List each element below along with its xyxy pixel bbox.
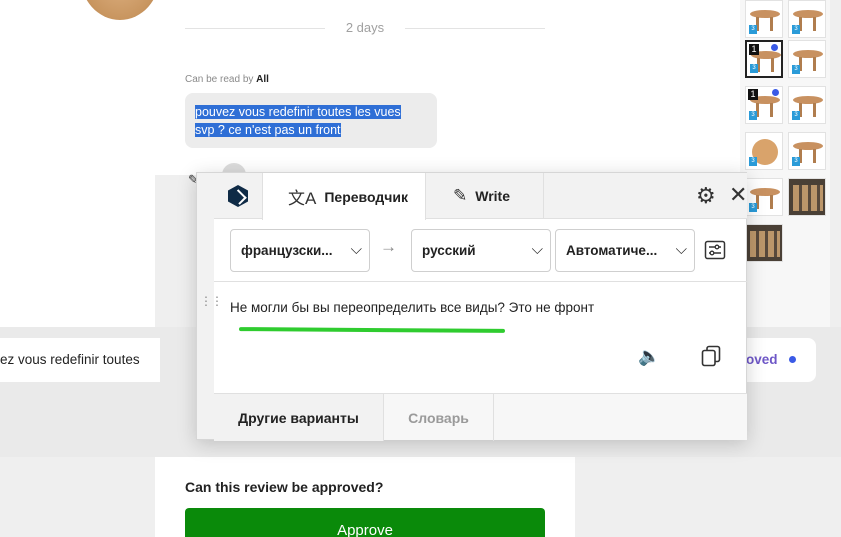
drag-handle-icon[interactable]: ⋮⋮	[200, 295, 223, 312]
product-image-area	[0, 0, 155, 327]
message-line-2: svp ? ce n'est pas un front	[195, 123, 341, 137]
review-card-text: ez vous redefinir toutes	[0, 352, 140, 367]
language-row: французски... ⌵ → русский ⌵ Автоматиче..…	[214, 220, 747, 282]
tab-alternatives[interactable]: Другие варианты	[214, 394, 384, 441]
thumbnail[interactable]: 13	[745, 86, 783, 124]
tab-write[interactable]: ✎ Write	[426, 173, 544, 219]
chevron-down-icon: ⌵	[350, 241, 362, 258]
message-text[interactable]: pouvez vous redefinir toutes les vues sv…	[195, 103, 425, 139]
review-status-text: oved	[746, 352, 778, 367]
thumbnail[interactable]: 3	[788, 40, 826, 78]
read-by-label: Can be read by All	[185, 74, 269, 85]
translator-popup: ⋮⋮ 文A Переводчик ✎ Write ⚙ ✕ французски.…	[196, 172, 747, 441]
tab-dictionary[interactable]: Словарь	[384, 394, 494, 441]
speaker-icon[interactable]: 🔈	[638, 346, 660, 367]
green-underline-annotation	[238, 327, 506, 333]
source-language-select[interactable]: французски... ⌵	[230, 229, 370, 272]
chat-panel-right	[575, 0, 740, 175]
tab-write-label: Write	[475, 188, 510, 204]
chevron-down-icon: ⌵	[531, 241, 543, 258]
read-by-prefix: Can be read by	[185, 74, 254, 85]
magic-wand-icon: ✎	[453, 186, 468, 205]
read-by-value: All	[256, 74, 269, 85]
source-language-value: французски...	[241, 243, 333, 258]
date-divider-right	[405, 28, 545, 29]
translator-tabbar: 文A Переводчик ✎ Write ⚙ ✕	[214, 173, 747, 220]
chevron-down-icon: ⌵	[675, 241, 687, 258]
thumbnail[interactable]	[788, 178, 826, 216]
date-separator: 2 days	[345, 20, 385, 35]
thumbnail[interactable]: 3	[788, 132, 826, 170]
close-icon[interactable]: ✕	[729, 184, 747, 206]
bottom-tabs: Другие варианты Словарь	[214, 393, 747, 441]
translate-icon: 文A	[288, 189, 317, 208]
thumbnail[interactable]: 3	[745, 132, 783, 170]
thumbnail[interactable]: 3	[745, 0, 783, 38]
status-dot	[789, 356, 796, 363]
target-language-value: русский	[422, 243, 476, 258]
thumbnail[interactable]	[745, 224, 783, 262]
glossary-settings-icon[interactable]	[704, 240, 726, 260]
formality-value: Автоматиче...	[566, 243, 658, 258]
deepl-logo	[214, 173, 262, 219]
thumbnail[interactable]: 3	[745, 178, 783, 216]
arrow-right-icon[interactable]: →	[380, 237, 397, 257]
gear-icon[interactable]: ⚙	[696, 183, 716, 209]
tab-translator[interactable]: 文A Переводчик	[262, 173, 426, 220]
translation-result: Не могли бы вы переопределить все виды? …	[214, 283, 747, 393]
thumbnail[interactable]: 3	[788, 86, 826, 124]
thumbnail-selected[interactable]: 13	[745, 40, 783, 78]
formality-select[interactable]: Автоматиче... ⌵	[555, 229, 695, 272]
tab-translator-label: Переводчик	[324, 188, 408, 205]
target-language-select[interactable]: русский ⌵	[411, 229, 551, 272]
approval-question: Can this review be approved?	[185, 479, 384, 495]
translation-text[interactable]: Не могли бы вы переопределить все виды? …	[230, 300, 594, 315]
copy-icon[interactable]	[701, 345, 721, 367]
thumbnail[interactable]: 3	[788, 0, 826, 38]
deepl-logo-icon	[228, 185, 248, 207]
approve-button[interactable]: Approve	[185, 508, 545, 537]
date-divider-left	[185, 28, 325, 29]
message-line-1: pouvez vous redefinir toutes les vues	[195, 105, 401, 119]
